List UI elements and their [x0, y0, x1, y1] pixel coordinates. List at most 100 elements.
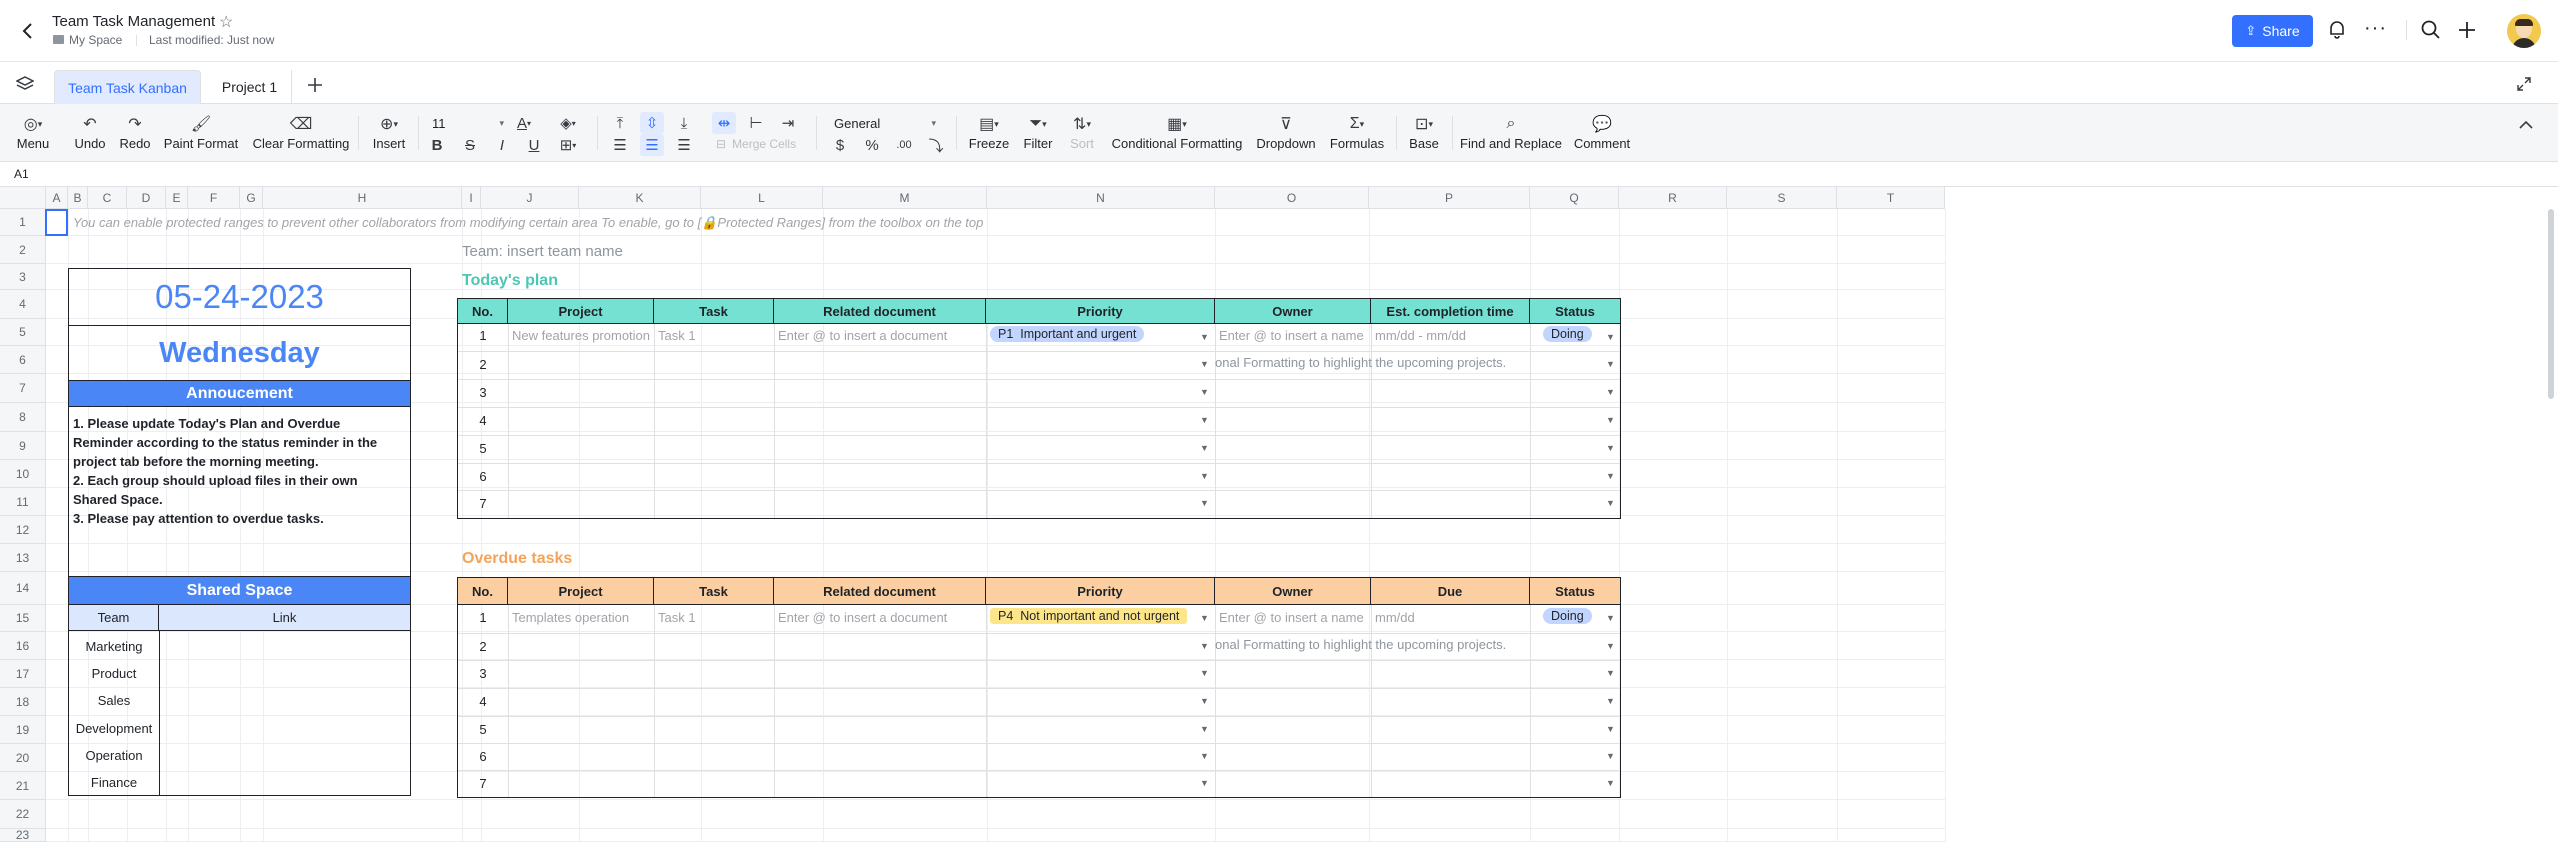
row-header[interactable]: 4 — [0, 290, 46, 319]
underline-icon[interactable]: U — [522, 134, 546, 156]
tab-team-task-kanban[interactable]: Team Task Kanban — [54, 70, 201, 104]
find-replace-button[interactable]: ⌕ Find and Replace — [1460, 104, 1562, 162]
status-cell[interactable]: Doing — [1543, 326, 1592, 342]
owner-cell[interactable]: Enter @ to insert a name — [1219, 328, 1369, 343]
row-header[interactable]: 16 — [0, 632, 46, 660]
priority-dropdown-icon[interactable]: ▼ — [1200, 332, 1209, 342]
bell-icon[interactable] — [2327, 18, 2347, 45]
status-dropdown-icon[interactable]: ▼ — [1606, 415, 1615, 425]
search-icon[interactable] — [2420, 19, 2442, 46]
paint-format-button[interactable]: 🖌 Paint Format — [162, 104, 240, 162]
align-left-icon[interactable]: ☰ — [608, 134, 632, 156]
project-cell[interactable]: Templates operation — [512, 610, 652, 625]
vertical-scrollbar[interactable] — [2548, 209, 2554, 399]
status-dropdown-icon[interactable]: ▼ — [1606, 332, 1615, 342]
align-middle-icon[interactable]: ⇳ — [640, 112, 664, 134]
row-header[interactable]: 19 — [0, 716, 46, 744]
location-link[interactable]: My Space — [69, 33, 122, 47]
freeze-button[interactable]: ▤ ▾ Freeze — [964, 104, 1014, 162]
row-header[interactable]: 14 — [0, 572, 46, 605]
row-header[interactable]: 10 — [0, 460, 46, 488]
redo-button[interactable]: ↷ Redo — [115, 104, 155, 162]
row-header[interactable]: 11 — [0, 488, 46, 516]
base-button[interactable]: ⊡ ▾ Base — [1402, 104, 1446, 162]
percent-icon[interactable]: % — [860, 134, 884, 156]
status-dropdown-icon[interactable]: ▼ — [1606, 387, 1615, 397]
status-dropdown-icon[interactable]: ▼ — [1606, 724, 1615, 734]
column-header[interactable]: L — [701, 187, 823, 209]
font-size-select[interactable]: 11 ▾ — [430, 112, 506, 134]
status-dropdown-icon[interactable]: ▼ — [1606, 613, 1615, 623]
align-right-icon[interactable]: ☰ — [672, 134, 696, 156]
fullscreen-icon[interactable] — [2516, 76, 2532, 97]
column-header[interactable]: R — [1619, 187, 1727, 209]
document-cell[interactable]: Enter @ to insert a document — [778, 610, 984, 625]
status-dropdown-icon[interactable]: ▼ — [1606, 641, 1615, 651]
filter-button[interactable]: ⏷ ▾ Filter — [1018, 104, 1058, 162]
column-header[interactable]: P — [1369, 187, 1530, 209]
collapse-toolbar-icon[interactable] — [2518, 118, 2534, 136]
priority-dropdown-icon[interactable]: ▼ — [1200, 696, 1209, 706]
wrap-overflow-icon[interactable]: ⇹ — [712, 112, 736, 134]
add-sheet-icon[interactable] — [306, 76, 324, 99]
column-header[interactable]: N — [987, 187, 1215, 209]
back-icon[interactable] — [18, 20, 38, 42]
column-header[interactable]: O — [1215, 187, 1369, 209]
column-header[interactable]: Q — [1530, 187, 1619, 209]
row-header[interactable]: 2 — [0, 236, 46, 264]
priority-dropdown-icon[interactable]: ▼ — [1200, 668, 1209, 678]
doc-title[interactable]: Team Task Management — [52, 13, 215, 30]
share-button[interactable]: ⇪ Share — [2232, 15, 2313, 47]
row-header[interactable]: 6 — [0, 346, 46, 374]
status-dropdown-icon[interactable]: ▼ — [1606, 498, 1615, 508]
task-cell[interactable]: Task 1 — [658, 328, 772, 343]
column-header[interactable]: K — [579, 187, 701, 209]
row-header[interactable]: 3 — [0, 264, 46, 290]
priority-dropdown-icon[interactable]: ▼ — [1200, 443, 1209, 453]
menu-button[interactable]: ◎ ▾ Menu — [10, 104, 56, 162]
status-dropdown-icon[interactable]: ▼ — [1606, 471, 1615, 481]
clear-formatting-button[interactable]: ⌫ Clear Formatting — [252, 104, 350, 162]
selected-cell-a1[interactable] — [45, 209, 68, 236]
merge-cells-button[interactable]: ⊟ Merge Cells — [716, 137, 796, 151]
insert-button[interactable]: ⊕ ▾ Insert — [368, 104, 410, 162]
column-header[interactable]: S — [1727, 187, 1837, 209]
column-header[interactable]: G — [240, 187, 263, 209]
column-header[interactable]: E — [166, 187, 188, 209]
row-header[interactable]: 15 — [0, 605, 46, 632]
strikethrough-icon[interactable]: S — [458, 134, 482, 156]
column-header[interactable]: C — [88, 187, 127, 209]
status-dropdown-icon[interactable]: ▼ — [1606, 443, 1615, 453]
conditional-formatting-button[interactable]: ▦ ▾ Conditional Formatting — [1108, 104, 1246, 162]
row-header[interactable]: 8 — [0, 403, 46, 432]
due-cell[interactable]: mm/dd — [1375, 610, 1525, 625]
document-cell[interactable]: Enter @ to insert a document — [778, 328, 984, 343]
priority-dropdown-icon[interactable]: ▼ — [1200, 613, 1209, 623]
owner-cell[interactable]: Enter @ to insert a name — [1219, 610, 1369, 625]
sort-button[interactable]: ⇅ ▾ Sort — [1064, 104, 1100, 162]
priority-dropdown-icon[interactable]: ▼ — [1200, 724, 1209, 734]
column-header[interactable]: F — [188, 187, 240, 209]
dropdown-button[interactable]: ⊽ Dropdown — [1254, 104, 1318, 162]
status-dropdown-icon[interactable]: ▼ — [1606, 359, 1615, 369]
priority-dropdown-icon[interactable]: ▼ — [1200, 498, 1209, 508]
priority-dropdown-icon[interactable]: ▼ — [1200, 359, 1209, 369]
priority-cell[interactable]: P1 Important and urgent — [990, 326, 1195, 342]
decimal-increase-icon[interactable]: .00 — [892, 134, 916, 156]
undo-button[interactable]: ↶ Undo — [70, 104, 110, 162]
font-color-icon[interactable]: A ▾ — [512, 112, 536, 134]
row-header[interactable]: 13 — [0, 544, 46, 572]
bold-icon[interactable]: B — [425, 134, 449, 156]
column-header[interactable]: A — [46, 187, 68, 209]
priority-dropdown-icon[interactable]: ▼ — [1200, 415, 1209, 425]
align-bottom-icon[interactable]: ⤓ — [672, 112, 696, 134]
wrap-clip-icon[interactable]: ⊢ — [744, 112, 768, 134]
more-icon[interactable]: ··· — [2364, 17, 2387, 40]
status-cell[interactable]: Doing — [1543, 608, 1592, 624]
row-header[interactable]: 1 — [0, 209, 46, 236]
priority-cell[interactable]: P4 Not important and not urgent — [990, 608, 1195, 624]
decimal-decrease-icon[interactable]: ⤵ — [924, 134, 948, 156]
borders-icon[interactable]: ⊞ ▾ — [556, 134, 580, 156]
row-header[interactable]: 7 — [0, 374, 46, 403]
column-header[interactable]: T — [1837, 187, 1945, 209]
